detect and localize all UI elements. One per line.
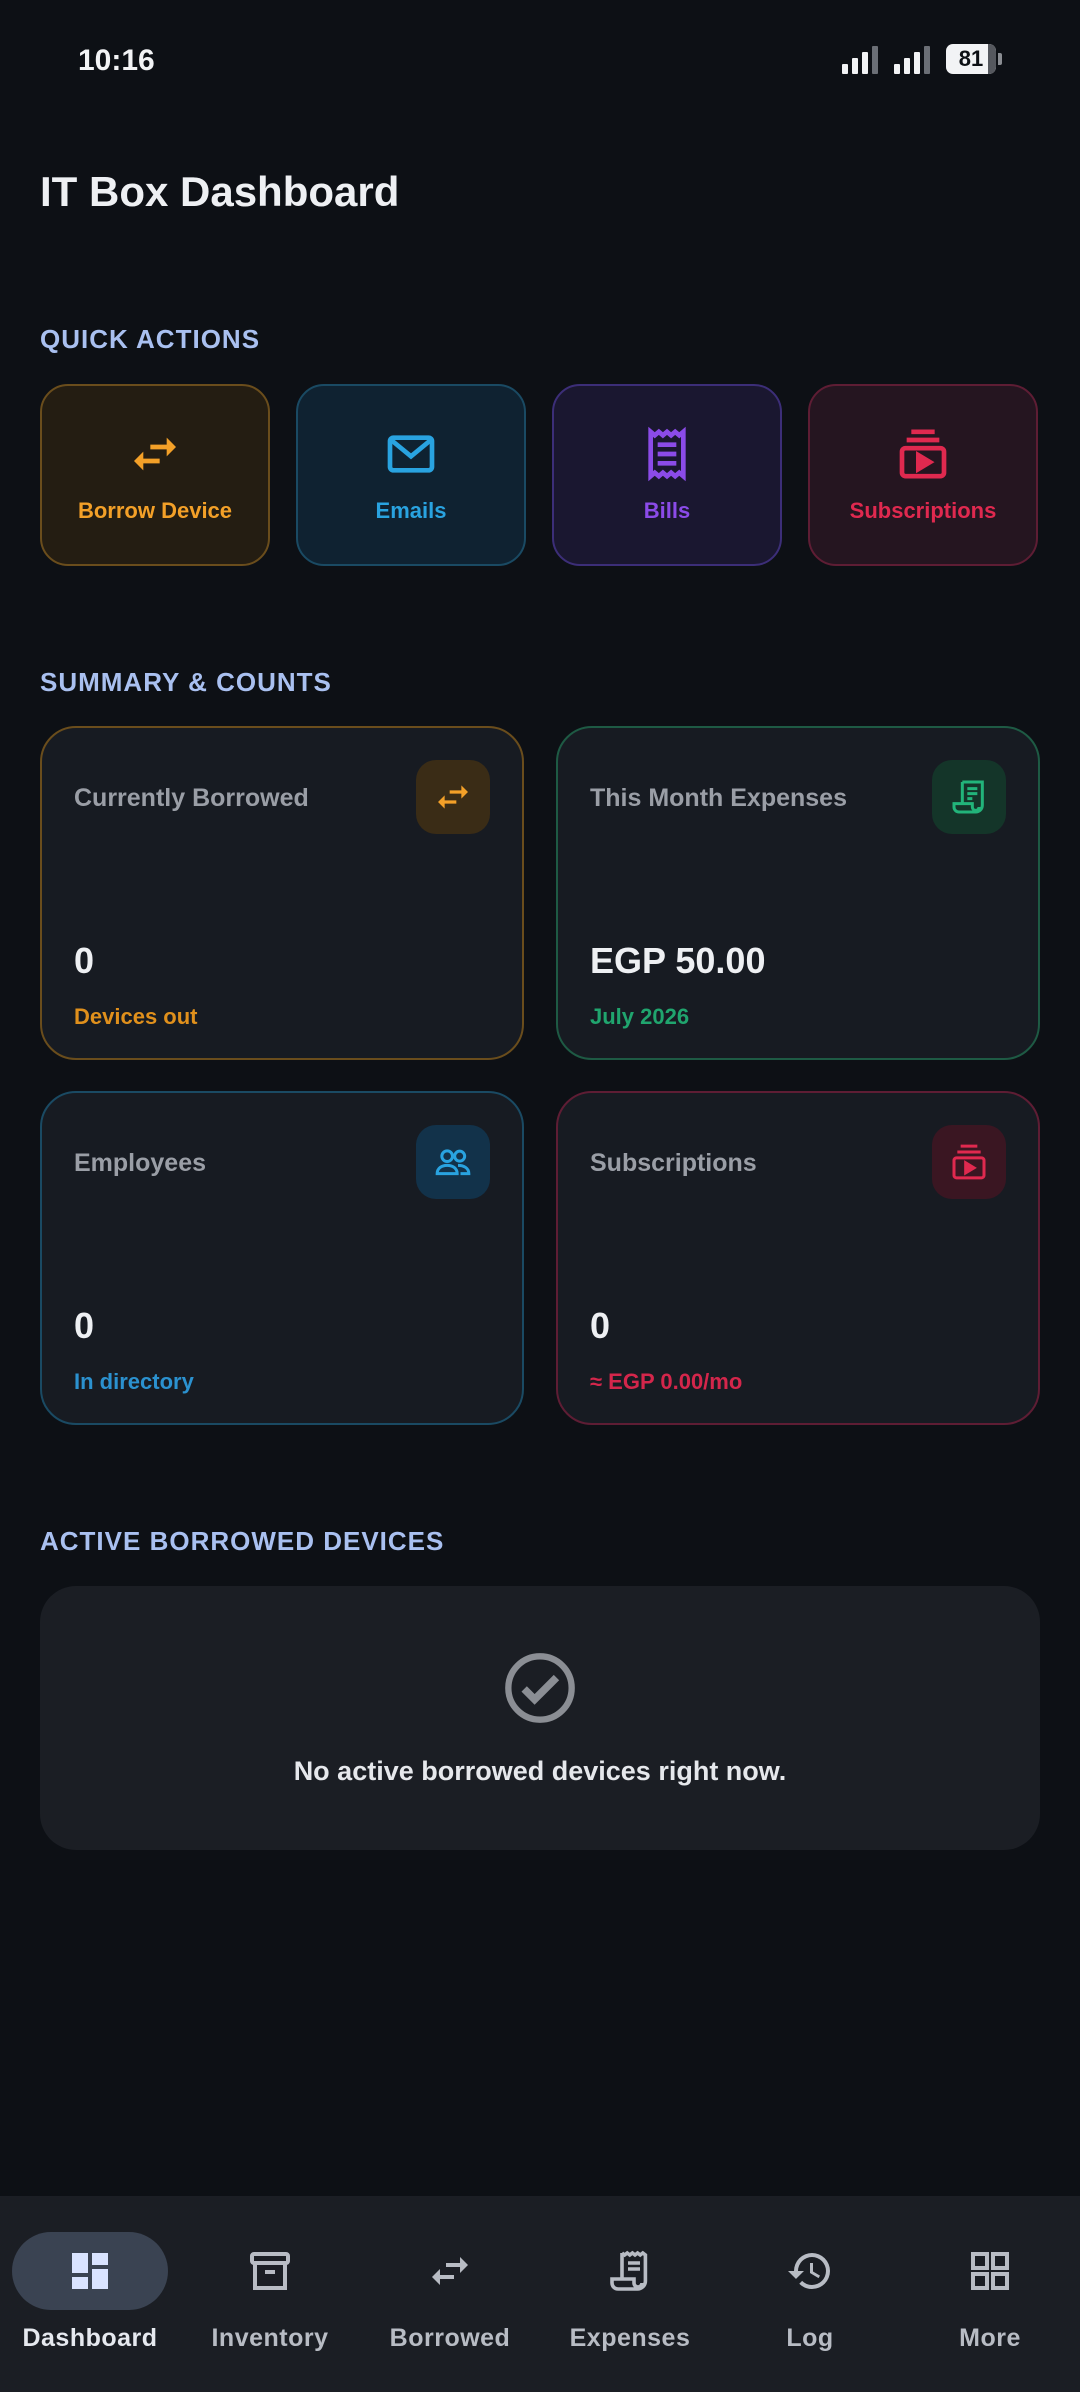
currently-borrowed-card[interactable]: Currently Borrowed 0 Devices out [40,726,524,1060]
subscriptions-label: Subscriptions [849,498,997,523]
signal-icon [894,44,930,74]
nav-more[interactable]: More [900,2196,1080,2392]
quick-actions-row: Borrow Device Emails Bills Subscriptions [40,384,1038,566]
nav-borrowed[interactable]: Borrowed [360,2196,540,2392]
borrow-device-button[interactable]: Borrow Device [40,384,270,566]
nav-dashboard[interactable]: Dashboard [0,2196,180,2392]
receipt-icon [648,426,686,482]
receipt-long-icon [952,780,984,814]
subscriptions-icon [952,1144,986,1180]
dashboard-icon [72,2253,108,2289]
card-title: Currently Borrowed [74,784,309,812]
subscriptions-button[interactable]: Subscriptions [808,384,1038,566]
card-subtitle: In directory [74,1369,194,1394]
nav-label: More [959,2324,1021,2352]
status-bar: 10:16 81 [0,0,1080,126]
nav-inventory[interactable]: Inventory [180,2196,360,2392]
people-icon [435,1149,471,1176]
bills-button[interactable]: Bills [552,384,782,566]
subscriptions-icon [899,429,947,479]
card-value: 0 [74,1305,95,1346]
card-title: Employees [74,1149,207,1177]
swap-arrows-icon [432,2257,468,2285]
card-value: 0 [590,1305,611,1346]
card-subtitle: ≈ EGP 0.00/mo [590,1369,743,1394]
section-label-quick-actions: QUICK ACTIONS [40,324,261,354]
nav-log[interactable]: Log [720,2196,900,2392]
history-icon [788,2253,830,2289]
archive-icon [250,2252,290,2290]
nav-label: Expenses [569,2324,691,2352]
emails-label: Emails [375,498,447,523]
card-title: Subscriptions [590,1149,757,1177]
page-title: IT Box Dashboard [40,168,400,215]
nav-label: Dashboard [22,2324,158,2352]
bottom-navigation: Dashboard Inventory Borrowed Expenses Lo… [0,2196,1080,2392]
grid-icon [971,2252,1009,2290]
check-circle-icon [505,1653,575,1723]
status-time: 10:16 [78,44,155,77]
battery-level: 81 [958,46,984,71]
swap-arrows-icon [438,785,468,809]
mail-icon [387,435,435,473]
employees-card[interactable]: Employees 0 In directory [40,1091,524,1425]
card-subtitle: Devices out [74,1004,198,1029]
signal-icon [842,44,878,74]
card-subtitle: July 2026 [590,1004,690,1029]
active-borrowed-empty-state: No active borrowed devices right now. [40,1586,1040,1850]
subscriptions-card[interactable]: Subscriptions 0 ≈ EGP 0.00/mo [556,1091,1040,1425]
status-indicators: 81 [842,44,1002,74]
emails-button[interactable]: Emails [296,384,526,566]
battery-icon: 81 [946,44,1002,74]
card-title: This Month Expenses [590,784,847,812]
bills-label: Bills [643,498,691,523]
nav-label: Borrowed [389,2324,511,2352]
card-value: 0 [74,940,95,981]
nav-expenses[interactable]: Expenses [540,2196,720,2392]
nav-label: Inventory [211,2324,329,2352]
nav-label: Log [786,2324,834,2352]
borrow-device-label: Borrow Device [77,498,233,523]
section-label-active-borrowed: ACTIVE BORROWED DEVICES [40,1526,445,1556]
empty-state-message: No active borrowed devices right now. [293,1756,787,1786]
card-value: EGP 50.00 [590,940,766,981]
receipt-long-icon [610,2250,648,2291]
month-expenses-card[interactable]: This Month Expenses EGP 50.00 July 2026 [556,726,1040,1060]
swap-arrows-icon [134,437,176,471]
section-label-summary: SUMMARY & COUNTS [40,667,332,697]
